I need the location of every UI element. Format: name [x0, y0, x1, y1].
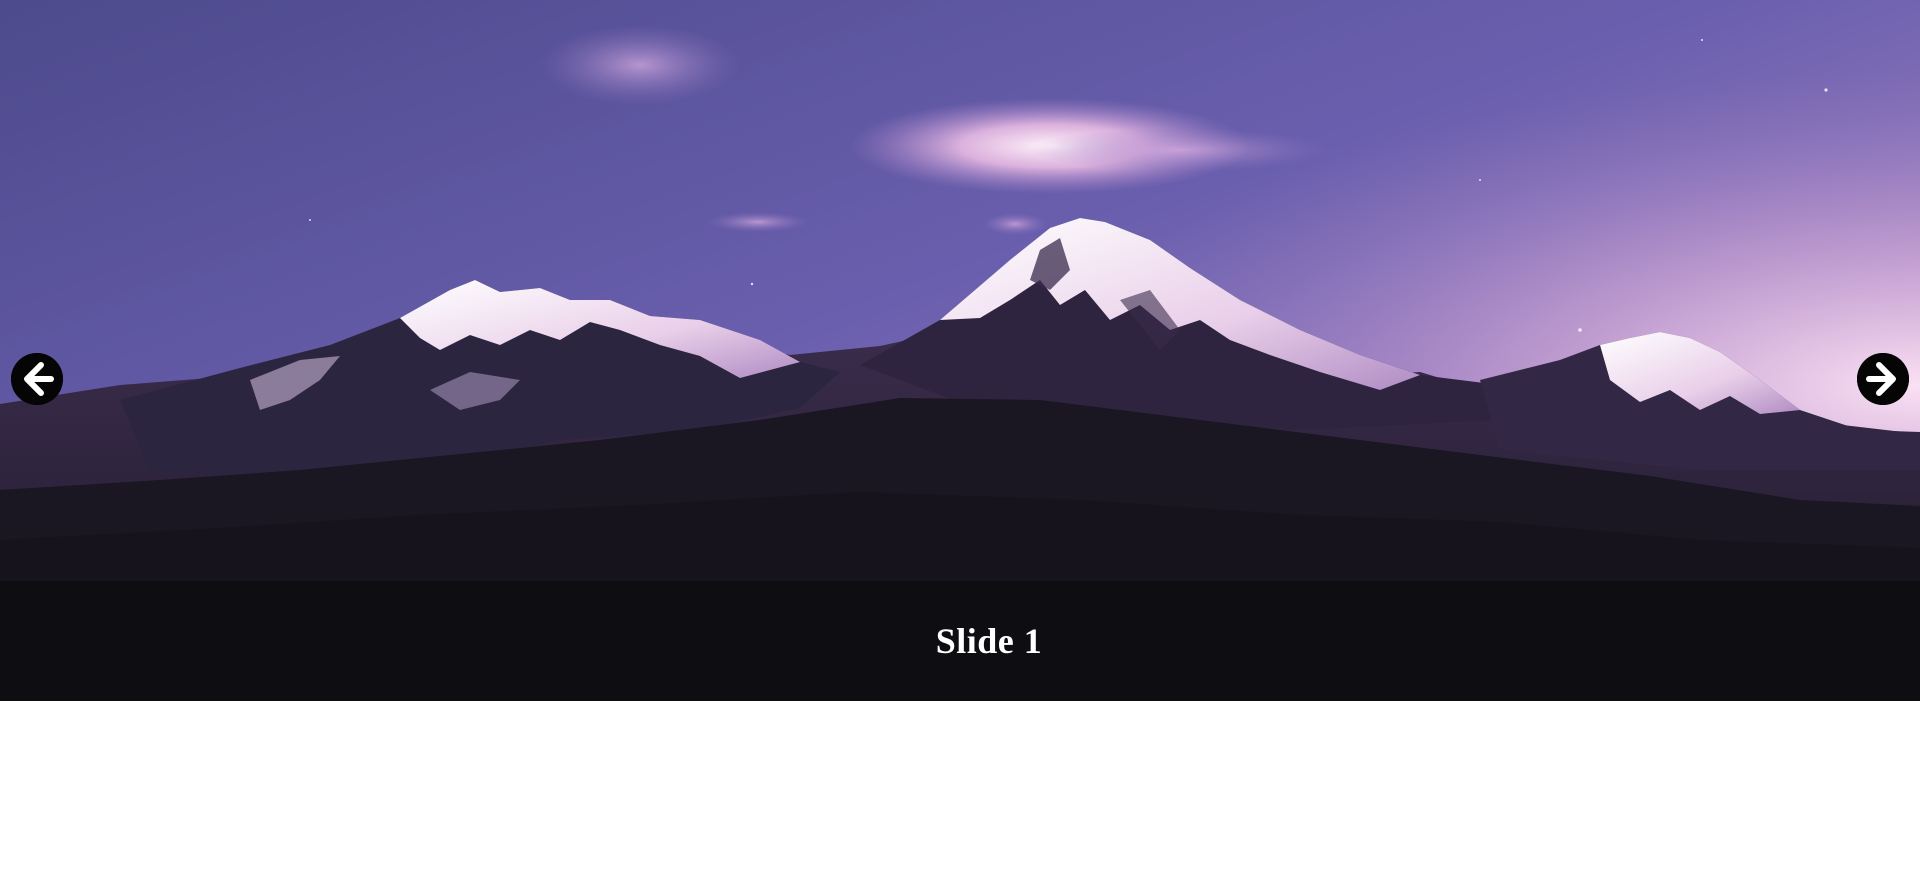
arrow-left-circle-icon	[11, 353, 63, 405]
prev-slide-button[interactable]	[11, 353, 63, 405]
slide-caption: Slide 1	[0, 581, 1920, 701]
arrow-right-circle-icon	[1857, 353, 1909, 405]
next-slide-button[interactable]	[1857, 353, 1909, 405]
page-body	[0, 701, 1920, 877]
image-slider: Slide 1	[0, 0, 1920, 701]
slide-caption-text: Slide 1	[935, 621, 1043, 661]
